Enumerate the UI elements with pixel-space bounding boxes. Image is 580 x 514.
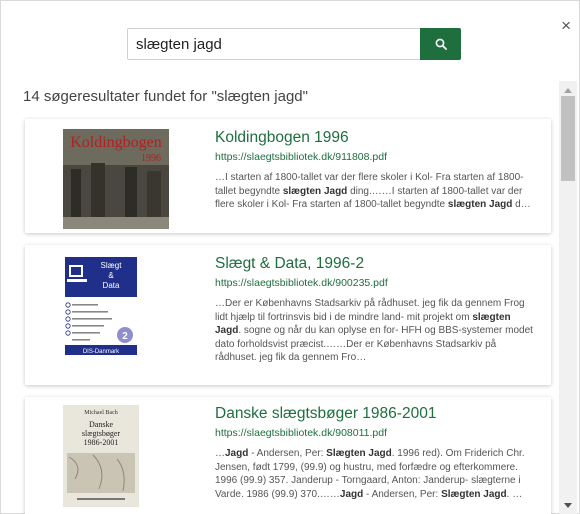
result-url[interactable]: https://slaegtsbibliotek.dk/911808.pdf: [215, 151, 539, 163]
cover-line: [72, 311, 108, 313]
snippet-text: . sogne og når du kan oplyse en for- HFH…: [215, 325, 533, 363]
cover-photo-building: [147, 171, 161, 217]
snippet-highlight: slægten Jagd: [282, 185, 348, 197]
cover-photo-street: [63, 217, 169, 229]
snippet-text: d…: [512, 199, 531, 210]
result-thumbnail: Koldingbogen 1996: [63, 129, 169, 229]
result-snippet: …Jagd - Andersen, Per: Slægten Jagd. 199…: [215, 447, 539, 501]
result-url[interactable]: https://slaegtsbibliotek.dk/908011.pdf: [215, 427, 539, 439]
result-title[interactable]: Danske slægtsbøger 1986-2001: [215, 405, 539, 423]
cover-author: Michael Bach: [84, 410, 118, 416]
scrollbar[interactable]: [559, 81, 577, 514]
cover-line: [72, 339, 90, 341]
result-card[interactable]: Koldingbogen 1996 Koldingbogen 1996 http…: [25, 119, 551, 233]
snippet-text: . …: [506, 488, 523, 500]
snippet-highlight: Slægten Jagd: [441, 488, 507, 500]
search-input[interactable]: [127, 28, 420, 60]
result-snippet: …I starten af 1800-tallet var der flere …: [215, 171, 539, 212]
scrollbar-thumb[interactable]: [561, 96, 575, 181]
close-icon[interactable]: ×: [561, 17, 571, 34]
search-button[interactable]: [420, 28, 461, 60]
snippet-text: - Andersen, Per:: [363, 488, 442, 500]
results-summary: 14 søgeresultater fundet for "slægten ja…: [23, 88, 308, 105]
result-snippet: …Der er Københavns Stadsarkiv på rådhuse…: [215, 297, 539, 365]
cover-number: 2: [122, 331, 128, 342]
scroll-up-icon[interactable]: [564, 88, 572, 93]
cover-photo-building: [71, 169, 81, 217]
result-card[interactable]: Slægt & Data 2 DIS-Danmark Slægt & Data,…: [25, 245, 551, 385]
cover-title: Data: [103, 281, 120, 290]
cover-line: [72, 325, 104, 327]
cover-title: Slægt: [101, 261, 123, 270]
result-card[interactable]: Michael Bach Danske slægtsbøger 1986-200…: [25, 397, 551, 514]
cover-year: 1996: [141, 153, 161, 164]
search-icon: [435, 38, 447, 50]
cover-publisher-line: [77, 498, 125, 500]
cover-footer: DIS-Danmark: [83, 349, 120, 355]
result-url[interactable]: https://slaegtsbibliotek.dk/900235.pdf: [215, 277, 539, 289]
cover-title: Danske: [89, 420, 113, 429]
snippet-text: …: [215, 448, 225, 459]
result-body: Koldingbogen 1996 https://slaegtsbibliot…: [215, 129, 539, 212]
cover-line: [72, 332, 100, 334]
cover-photo-building: [91, 163, 105, 221]
cover-line: [72, 304, 98, 306]
snippet-highlight: Jagd: [339, 488, 364, 500]
cover-title: Koldingbogen: [70, 134, 162, 151]
cover-title: &: [108, 271, 114, 280]
result-thumbnail: Michael Bach Danske slægtsbøger 1986-200…: [63, 405, 139, 507]
snippet-highlight: Slægten Jagd: [326, 448, 392, 459]
cover-keyboard: [67, 279, 87, 282]
search-dialog: × 14 søgeresultater fundet for "slægten …: [0, 0, 580, 514]
results-list[interactable]: Koldingbogen 1996 Koldingbogen 1996 http…: [1, 113, 557, 514]
result-title[interactable]: Koldingbogen 1996: [215, 129, 539, 147]
cover-title: slægtsbøger: [82, 429, 121, 438]
snippet-text: - Andersen, Per:: [248, 448, 327, 459]
result-thumbnail: Slægt & Data 2 DIS-Danmark: [63, 255, 139, 357]
cover-photo-building: [125, 167, 137, 219]
snippet-highlight: Jagd: [225, 448, 249, 459]
snippet-highlight: slægten Jagd: [447, 199, 513, 210]
search-bar: [127, 28, 461, 60]
scroll-down-icon[interactable]: [564, 503, 572, 508]
cover-line: [72, 318, 112, 320]
cover-title: 1986-2001: [84, 438, 119, 447]
cover-monitor-screen: [71, 267, 81, 275]
result-body: Slægt & Data, 1996-2 https://slaegtsbibl…: [215, 255, 539, 365]
result-title[interactable]: Slægt & Data, 1996-2: [215, 255, 539, 273]
result-body: Danske slægtsbøger 1986-2001 https://sla…: [215, 405, 539, 501]
